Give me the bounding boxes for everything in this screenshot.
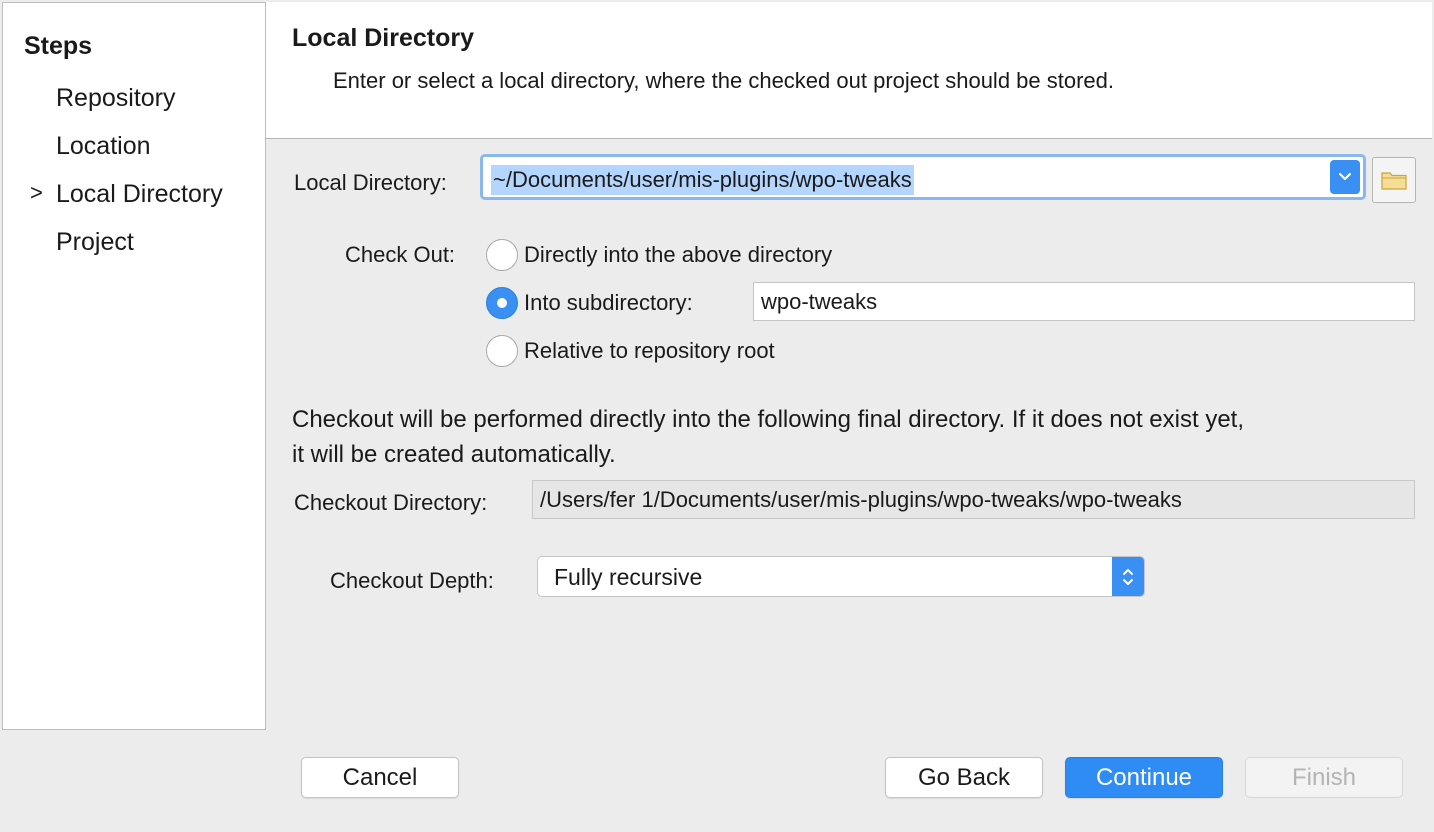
checkout-info-text: Checkout will be performed directly into… [292,402,1412,472]
radio-relative-root[interactable] [486,335,518,367]
radio-subdirectory[interactable] [486,287,518,319]
step-project: Project [56,228,134,256]
step-repository: Repository [56,84,176,112]
continue-button[interactable]: Continue [1065,757,1223,798]
steps-title: Steps [24,32,93,60]
option-relative-root-label[interactable]: Relative to repository root [524,338,775,364]
checkout-depth-select[interactable]: Fully recursive [537,556,1145,597]
cancel-button[interactable]: Cancel [301,757,459,798]
radio-direct[interactable] [486,239,518,271]
step-location: Location [56,132,151,160]
current-step-chevron-icon: > [30,180,43,205]
checkout-label: Check Out: [345,242,456,267]
option-subdirectory-label[interactable]: Into subdirectory: [524,290,693,316]
chevron-down-icon[interactable] [1330,160,1360,194]
step-local-directory: Local Directory [56,180,223,208]
local-directory-combobox[interactable]: ~/Documents/user/mis-plugins/wpo-tweaks [480,154,1366,200]
finish-button[interactable]: Finish [1245,757,1403,798]
checkout-depth-label: Checkout Depth: [330,568,494,593]
subdirectory-input[interactable]: wpo-tweaks [753,282,1415,321]
go-back-button[interactable]: Go Back [885,757,1043,798]
browse-folder-button[interactable] [1372,157,1416,203]
checkout-directory-field: /Users/fer 1/Documents/user/mis-plugins/… [532,480,1415,519]
select-arrows-icon[interactable] [1112,557,1144,596]
option-direct-label[interactable]: Directly into the above directory [524,242,832,268]
page-description: Enter or select a local directory, where… [333,68,1115,93]
page-title: Local Directory [292,24,475,52]
checkout-depth-value[interactable]: Fully recursive [554,564,702,591]
local-directory-value[interactable]: ~/Documents/user/mis-plugins/wpo-tweaks [491,165,914,195]
info-line-1: Checkout will be performed directly into… [292,406,1244,433]
checkout-directory-label: Checkout Directory: [294,490,488,515]
local-directory-label: Local Directory: [294,170,447,195]
info-line-2: it will be created automatically. [292,441,616,468]
folder-icon [1381,172,1407,190]
